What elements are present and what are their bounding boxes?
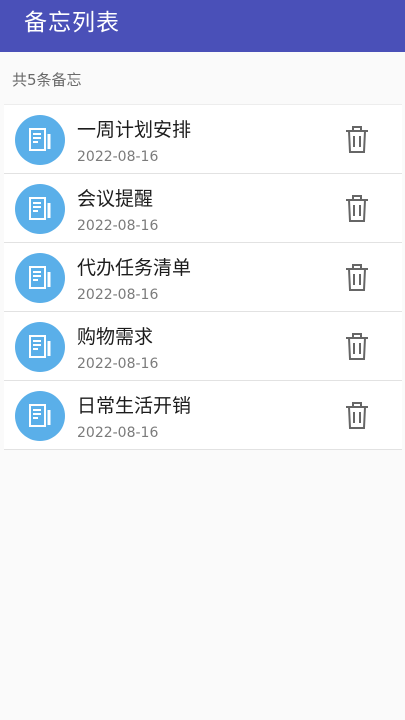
memo-icon: [15, 253, 65, 303]
delete-button[interactable]: [339, 398, 375, 434]
memo-list-item[interactable]: 代办任务清单 2022-08-16: [4, 243, 402, 312]
memo-date: 2022-08-16: [77, 287, 159, 303]
memo-title: 一周计划安排: [77, 119, 192, 141]
memo-count-text: 共5条备忘: [12, 71, 82, 89]
memo-icon: [15, 322, 65, 372]
memo-list-item[interactable]: 会议提醒 2022-08-16: [4, 174, 402, 243]
memo-list: 一周计划安排 2022-08-16 会议提醒 2022-08-16 代办任务清单…: [4, 104, 402, 450]
memo-title: 代办任务清单: [77, 257, 192, 279]
trash-icon: [346, 126, 368, 153]
delete-button[interactable]: [339, 329, 375, 365]
memo-list-item[interactable]: 一周计划安排 2022-08-16: [4, 104, 402, 174]
app-bar: 备忘列表: [0, 0, 405, 52]
memo-date: 2022-08-16: [77, 218, 159, 234]
memo-icon: [15, 391, 65, 441]
trash-icon: [346, 264, 368, 291]
memo-icon: [15, 184, 65, 234]
memo-date: 2022-08-16: [77, 149, 159, 165]
memo-date: 2022-08-16: [77, 356, 159, 372]
page-title: 备忘列表: [24, 10, 120, 36]
trash-icon: [346, 195, 368, 222]
memo-icon: [15, 115, 65, 165]
memo-count-bar: 共5条备忘: [0, 52, 405, 104]
trash-icon: [346, 333, 368, 360]
memo-title: 会议提醒: [77, 188, 154, 210]
trash-icon: [346, 402, 368, 429]
delete-button[interactable]: [339, 122, 375, 158]
memo-list-item[interactable]: 日常生活开销 2022-08-16: [4, 381, 402, 450]
delete-button[interactable]: [339, 260, 375, 296]
memo-title: 日常生活开销: [77, 395, 192, 417]
memo-date: 2022-08-16: [77, 425, 159, 441]
memo-title: 购物需求: [77, 326, 154, 348]
delete-button[interactable]: [339, 191, 375, 227]
memo-list-item[interactable]: 购物需求 2022-08-16: [4, 312, 402, 381]
